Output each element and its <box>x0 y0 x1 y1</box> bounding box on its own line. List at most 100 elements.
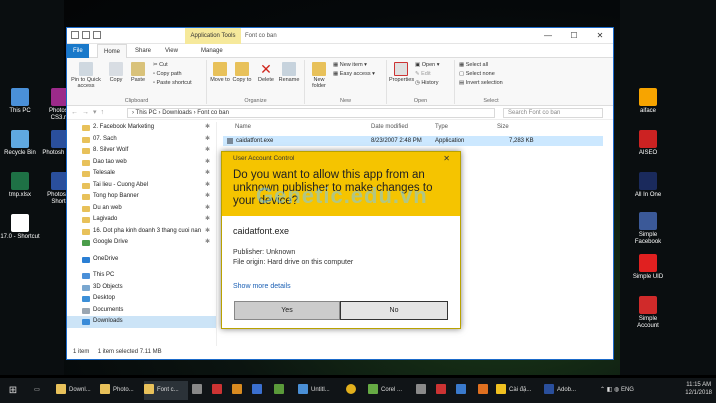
taskbar-item-font-co-ban[interactable]: Font c... <box>144 381 188 400</box>
taskbar-pin-2[interactable] <box>212 381 224 400</box>
back-arrow-icon[interactable]: ← <box>71 109 82 116</box>
nav-item[interactable]: Tai lieu - Cuong Abel ✱ <box>67 180 216 192</box>
cut-button[interactable]: ✂ Cut <box>153 62 168 69</box>
close-icon[interactable]: ✕ <box>443 154 450 163</box>
taskbar-item-untitled[interactable]: Untitl... <box>298 381 342 400</box>
copy-button[interactable]: Copy <box>105 62 127 83</box>
new-folder-icon[interactable] <box>82 31 90 39</box>
easy-access-button[interactable]: ▦ Easy access ▾ <box>333 71 375 78</box>
pin-quick-access-button[interactable]: Pin to Quick access <box>69 62 103 89</box>
taskbar-item-corel[interactable]: Corel ... <box>368 381 412 400</box>
nav-item-onedrive[interactable]: OneDrive <box>67 254 216 266</box>
column-name[interactable]: Name <box>235 124 251 130</box>
nav-item[interactable]: Tong hop Banner ✱ <box>67 191 216 203</box>
forward-arrow-icon[interactable]: → <box>82 109 93 116</box>
chrome-button[interactable] <box>346 381 358 400</box>
taskbar-pin-5[interactable] <box>274 381 286 400</box>
taskbar-item-downloads[interactable]: Downl... <box>56 381 100 400</box>
new-item-button[interactable]: ▦ New item ▾ <box>333 62 367 69</box>
yes-button[interactable]: Yes <box>234 301 340 320</box>
desktop-icon-17-shortcut[interactable]: 17.0 - Shortcut <box>0 214 40 241</box>
taskbar-pin-3[interactable] <box>232 381 244 400</box>
nav-item[interactable]: 2. Facebook Marketing ✱ <box>67 122 216 134</box>
address-bar[interactable]: › This PC › Downloads › Font co ban <box>127 108 495 118</box>
desktop-icon-simple-uid[interactable]: Simple UID <box>628 254 668 281</box>
nav-item[interactable]: 16. Dot pha kinh doanh 3 thang cuoi nan ✱ <box>67 226 216 238</box>
invert-selection-button[interactable]: ▤ Invert selection <box>459 80 503 87</box>
paste-shortcut-button[interactable]: ▫ Paste shortcut <box>153 80 192 87</box>
nav-item[interactable]: Du an web ✱ <box>67 203 216 215</box>
clock[interactable]: 11:15 AM 12/1/2018 <box>685 381 712 397</box>
maximize-button[interactable]: ☐ <box>561 28 587 44</box>
taskbar-pin-4[interactable] <box>252 381 264 400</box>
nav-item[interactable]: Documents <box>67 305 216 317</box>
new-folder-button[interactable]: New folder <box>307 62 331 89</box>
start-button[interactable]: ⊞ <box>6 381 20 400</box>
desktop-icon-recycle-bin[interactable]: Recycle Bin <box>0 130 40 157</box>
tab-manage[interactable]: Manage <box>195 44 229 58</box>
nav-item[interactable]: Desktop <box>67 293 216 305</box>
app-icon <box>192 384 202 395</box>
file-date: 8/23/2007 2:48 PM <box>371 138 422 144</box>
desktop-icon-this-pc[interactable]: This PC <box>0 88 40 115</box>
nav-item[interactable]: Dao tao web ✱ <box>67 157 216 169</box>
history-button[interactable]: ◷ History <box>415 80 438 87</box>
taskbar-item-cai-dat[interactable]: Cài đặ... <box>496 381 540 400</box>
minimize-button[interactable]: — <box>535 28 561 44</box>
column-date[interactable]: Date modified <box>371 124 408 130</box>
desktop-icon-aiseo[interactable]: AISEO <box>628 130 668 157</box>
column-size[interactable]: Size <box>497 124 509 130</box>
nav-item[interactable]: 07. Sach ✱ <box>67 134 216 146</box>
nav-item-downloads[interactable]: Downloads <box>67 316 216 328</box>
nav-item[interactable]: 8. Silver Wolf ✱ <box>67 145 216 157</box>
desktop-icon-simple-account[interactable]: Simple Account <box>628 296 668 330</box>
show-more-details-link[interactable]: Show more details <box>233 283 291 290</box>
taskbar-pin-7[interactable] <box>436 381 448 400</box>
copy-to-button[interactable]: Copy to <box>231 62 253 83</box>
tab-file[interactable]: File <box>67 44 89 58</box>
table-row[interactable]: caidatfont.exe 8/23/2007 2:48 PM Applica… <box>223 136 603 146</box>
up-arrow-icon[interactable]: ↑ <box>101 109 109 116</box>
rename-button[interactable]: Rename <box>277 62 301 83</box>
desktop-icon-tmp-xlsx[interactable]: tmp.xlsx <box>0 172 40 199</box>
customize-icon[interactable] <box>93 31 101 39</box>
task-view-button[interactable]: ▭ <box>30 381 44 400</box>
nav-item[interactable]: Google Drive ✱ <box>67 237 216 249</box>
close-button[interactable]: ✕ <box>587 28 613 44</box>
ribbon-tabs: File Home Share View Manage <box>67 44 613 58</box>
nav-item-this-pc[interactable]: This PC <box>67 270 216 282</box>
open-button[interactable]: ▣ Open ▾ <box>415 62 440 69</box>
nav-item[interactable]: 3D Objects <box>67 282 216 294</box>
copy-path-button[interactable]: ▫ Copy path <box>153 71 182 78</box>
tab-home[interactable]: Home <box>97 44 128 58</box>
move-to-button[interactable]: Move to <box>209 62 231 83</box>
tab-view[interactable]: View <box>159 44 184 58</box>
select-all-button[interactable]: ▦ Select all <box>459 62 488 69</box>
nav-item[interactable]: Telesale ✱ <box>67 168 216 180</box>
nav-item[interactable]: Lagivado ✱ <box>67 214 216 226</box>
taskbar-item-adobe[interactable]: Adob... <box>544 381 588 400</box>
paste-button[interactable]: Paste <box>127 62 149 83</box>
edit-button[interactable]: ✎ Edit <box>415 71 431 78</box>
properties-button[interactable]: Properties <box>389 62 414 83</box>
taskbar-pin-8[interactable] <box>456 381 468 400</box>
column-type[interactable]: Type <box>435 124 448 130</box>
taskbar-item-photo[interactable]: Photo... <box>100 381 144 400</box>
pin-icon: ✱ <box>204 193 210 199</box>
delete-button[interactable]: ✕ Delete <box>255 62 277 83</box>
taskbar-pin-9[interactable] <box>478 381 490 400</box>
desktop-icon-simple-facebook[interactable]: Simple Facebook <box>628 212 668 246</box>
properties-icon[interactable] <box>71 31 79 39</box>
taskbar-pin-6[interactable] <box>416 381 428 400</box>
uac-publisher: Publisher: Unknown <box>233 249 296 256</box>
tab-share[interactable]: Share <box>129 44 157 58</box>
system-tray[interactable]: ⌃ ◧ ◍ ENG <box>600 381 650 400</box>
select-none-button[interactable]: ▢ Select none <box>459 71 495 78</box>
desktop-icon-aiface[interactable]: aiface <box>628 88 668 115</box>
desktop-icon-all-in-one[interactable]: All In One <box>628 172 668 199</box>
recent-chevron-icon[interactable]: ▾ <box>93 109 101 116</box>
taskbar-pin-1[interactable] <box>192 381 204 400</box>
search-input[interactable]: Search Font co ban <box>503 108 603 118</box>
no-button[interactable]: No <box>340 301 448 320</box>
task-view-icon: ▭ <box>34 387 40 393</box>
